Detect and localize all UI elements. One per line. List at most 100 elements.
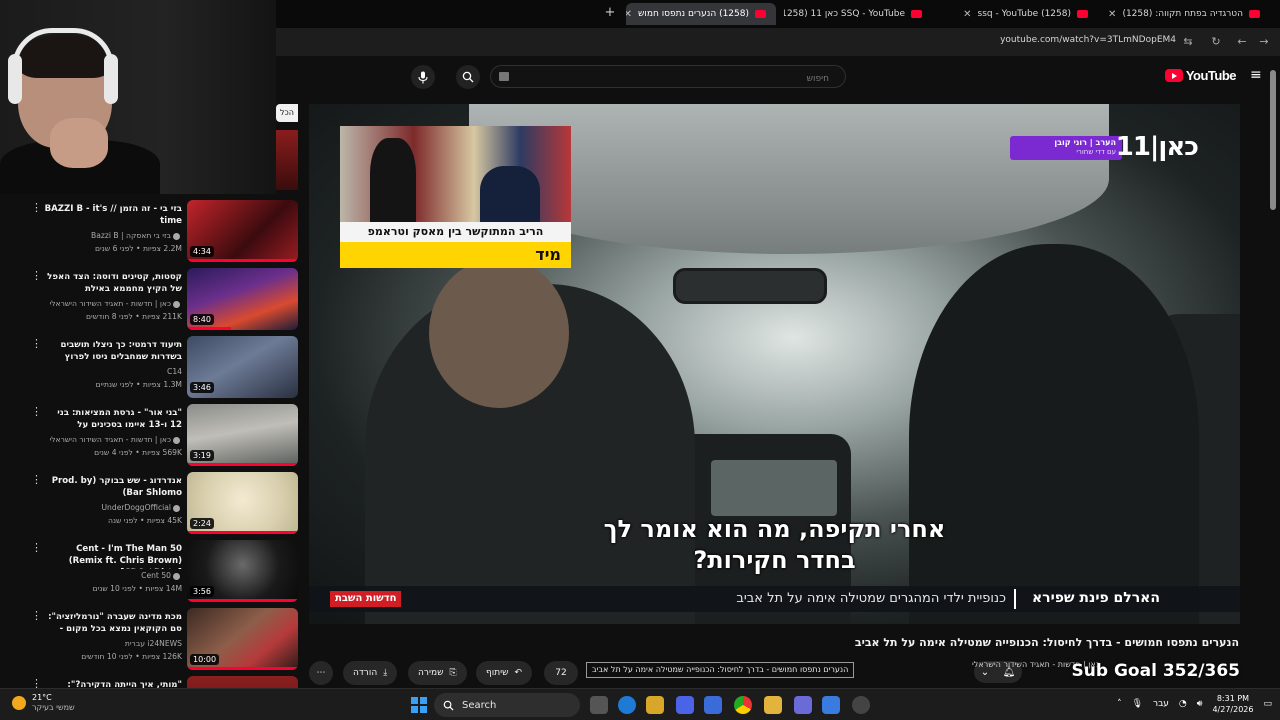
app-icon[interactable] — [822, 696, 840, 714]
video-thumbnail[interactable]: 3:56 — [187, 540, 298, 602]
channel-name[interactable]: i24NEWS עברית — [44, 639, 182, 648]
more-actions-button[interactable]: ⋯ — [309, 661, 333, 685]
more-options-icon[interactable]: ⋮ — [31, 542, 42, 553]
channel-name[interactable]: בזי בי תאסקה | Bazzi B — [44, 231, 182, 240]
save-button[interactable]: ⎘ שמירה — [408, 661, 467, 685]
menu-icon[interactable]: ≡ — [1250, 68, 1264, 82]
download-button[interactable]: ⤓ הורדה — [343, 661, 398, 685]
tab-current-video[interactable]: (1258) הנערים נתפסו חמוש ✕ — [626, 3, 776, 25]
site-settings-icon[interactable]: ⇆ — [1180, 34, 1196, 50]
search-button[interactable] — [456, 65, 480, 89]
duration-badge: 8:40 — [190, 314, 214, 325]
channel-name[interactable]: כאן | חדשות - תאגיד השידור הישראלי — [44, 299, 182, 308]
more-options-icon[interactable]: ⋮ — [31, 474, 42, 485]
video-meta: 45K צפיות • לפני שנה — [108, 516, 182, 525]
show-tag: הערב | רוני קובן עם דדי שחורי — [1010, 136, 1122, 160]
taskbar-search[interactable]: Search — [434, 693, 580, 717]
video-title[interactable]: אנדרדוג - שש בבוקר (Prod. by Bar Shlomo) — [44, 475, 182, 499]
chrome-icon[interactable] — [734, 696, 752, 714]
filter-chip-all[interactable]: הכל — [276, 104, 298, 122]
forward-arrow-icon[interactable]: → — [1256, 34, 1272, 50]
scrollbar-thumb[interactable] — [1270, 70, 1276, 210]
list-item[interactable]: 2:24 אנדרדוג - שש בבוקר (Prod. by Bar Sh… — [0, 472, 300, 538]
peek-thumbnail[interactable] — [276, 130, 298, 190]
more-options-icon[interactable]: ⋮ — [31, 610, 42, 621]
more-options-icon[interactable]: ⋮ — [31, 270, 42, 281]
list-item[interactable]: 8:40 קסטות, קטינים ודוסה: הצד האפל של הק… — [0, 268, 300, 334]
list-item[interactable]: 4:34 בזי בי - זה הזמן // BAZZI B - it's … — [0, 200, 300, 266]
video-thumbnail[interactable]: 3:46 — [187, 336, 298, 398]
search-box[interactable] — [490, 65, 846, 90]
wifi-icon[interactable]: ◔ — [1179, 699, 1187, 709]
more-options-icon[interactable]: ⋮ — [31, 338, 42, 349]
reload-icon[interactable]: ↻ — [1208, 34, 1224, 50]
video-thumbnail[interactable]: 8:40 — [187, 268, 298, 330]
more-horiz-icon: ⋯ — [316, 668, 326, 678]
video-title[interactable]: "בני אור" - גרסת המציאות: בני 12 ו-13 אי… — [44, 407, 182, 433]
channel-name[interactable]: 50 Cent — [44, 571, 182, 580]
volume-icon[interactable]: 🔊︎ — [1197, 699, 1203, 709]
more-options-icon[interactable]: ⋮ — [31, 202, 42, 213]
app-icon[interactable] — [676, 696, 694, 714]
subtitle-line: בחדר חקירות? — [693, 546, 856, 574]
channel-name[interactable]: C14 — [44, 367, 182, 376]
tab-petah-tikva[interactable]: הטרגדיה בפתח תקווה: (1258) ✕ — [1100, 3, 1270, 25]
url-field[interactable]: youtube.com/watch?v=3TLmNDopEM4 — [1000, 35, 1176, 45]
file-explorer-icon[interactable] — [764, 696, 782, 714]
weather-widget[interactable]: 21°C שמשי בעיקר — [12, 693, 75, 713]
app-icon[interactable] — [794, 696, 812, 714]
video-player[interactable]: הריב המתוקשר בין מאסק וטראמפ מיד הערב | … — [309, 104, 1240, 624]
tab-kan11-ssq[interactable]: SSQ - YouTube כאן 11 (1258) ✕ — [784, 3, 932, 25]
webcam-overlay — [0, 0, 276, 194]
store-icon[interactable] — [646, 696, 664, 714]
voice-search-button[interactable] — [411, 65, 435, 89]
tray-chevron-icon[interactable]: ˄ — [1117, 699, 1122, 709]
video-title[interactable]: מכת מדינה שעברה "נורמליזציה": סם הקוקאין… — [44, 611, 182, 637]
list-item[interactable]: 3:19 "בני אור" - גרסת המציאות: בני 12 ו-… — [0, 404, 300, 470]
youtube-logo[interactable]: YouTube — [1164, 68, 1237, 83]
video-thumbnail[interactable]: 2:24 — [187, 472, 298, 534]
edge-browser-icon[interactable] — [618, 696, 636, 714]
notifications-icon[interactable]: ▭ — [1263, 699, 1272, 709]
video-thumbnail[interactable]: 10:00 — [187, 608, 298, 670]
channel-label: C14 — [167, 367, 182, 376]
page-scrollbar[interactable] — [1269, 60, 1277, 684]
lower-third: חדשות השבת הארלם פינת שפירא כנופיית ילדי… — [309, 586, 1240, 612]
video-title[interactable]: "מותי, איך הייתה הדקירה?": משפחות — [44, 679, 182, 688]
app-icon[interactable] — [704, 696, 722, 714]
more-options-icon[interactable]: ⋮ — [31, 678, 42, 688]
back-arrow-icon[interactable]: ← — [1234, 34, 1250, 50]
video-title[interactable]: בזי בי - זה הזמן // BAZZI B - it's time — [44, 203, 182, 227]
share-button[interactable]: ↶ שיתוף — [476, 661, 533, 685]
list-item[interactable]: "מותי, איך הייתה הדקירה?": משפחות ⋮ — [0, 676, 300, 688]
list-item[interactable]: 10:00 מכת מדינה שעברה "נורמליזציה": סם ה… — [0, 608, 300, 674]
list-item[interactable]: 3:46 תיעוד דרמטי: כך ניצלו תושבים בשדרות… — [0, 336, 300, 402]
search-input[interactable] — [491, 68, 845, 90]
new-tab-button[interactable]: + — [602, 4, 618, 22]
settings-icon[interactable] — [852, 696, 870, 714]
clock[interactable]: 8:31 PM 4/27/2026 — [1212, 693, 1253, 715]
tab-close-icon[interactable]: ✕ — [1108, 9, 1116, 20]
tab-close-icon[interactable]: ✕ — [963, 9, 971, 20]
task-view-icon[interactable] — [590, 696, 608, 714]
inset-figure — [370, 138, 416, 226]
tab-close-icon[interactable]: ✕ — [626, 9, 632, 20]
windows-start-icon[interactable] — [411, 697, 427, 713]
tab-label: SSQ - YouTube כאן 11 (1258) — [784, 9, 905, 19]
keyboard-icon[interactable] — [499, 72, 509, 81]
more-options-icon[interactable]: ⋮ — [31, 406, 42, 417]
input-language[interactable]: עבר — [1153, 699, 1169, 709]
video-thumbnail[interactable]: 4:34 — [187, 200, 298, 262]
microphone-icon[interactable]: 🎙︎ — [1132, 699, 1143, 709]
tab-ssq[interactable]: (1258) ssq - YouTube ✕ — [940, 3, 1098, 25]
like-button[interactable]: 72 — [544, 661, 578, 685]
youtube-header: ≡ YouTube — [276, 56, 1280, 98]
video-title[interactable]: 50 Cent - I'm The Man (Remix ft. Chris B… — [44, 543, 182, 569]
video-thumbnail[interactable]: 3:19 — [187, 404, 298, 466]
list-item[interactable]: 3:56 50 Cent - I'm The Man (Remix ft. Ch… — [0, 540, 300, 606]
video-title[interactable]: תיעוד דרמטי: כך ניצלו תושבים בשדרות שמחב… — [44, 339, 182, 363]
video-title[interactable]: קסטות, קטינים ודוסה: הצד האפל של הקיץ מח… — [44, 271, 182, 295]
channel-name[interactable]: UnderDoggOfficial — [44, 503, 182, 512]
channel-name[interactable]: כאן | חדשות - תאגיד השידור הישראלי — [44, 435, 182, 444]
video-thumbnail[interactable] — [187, 676, 298, 688]
